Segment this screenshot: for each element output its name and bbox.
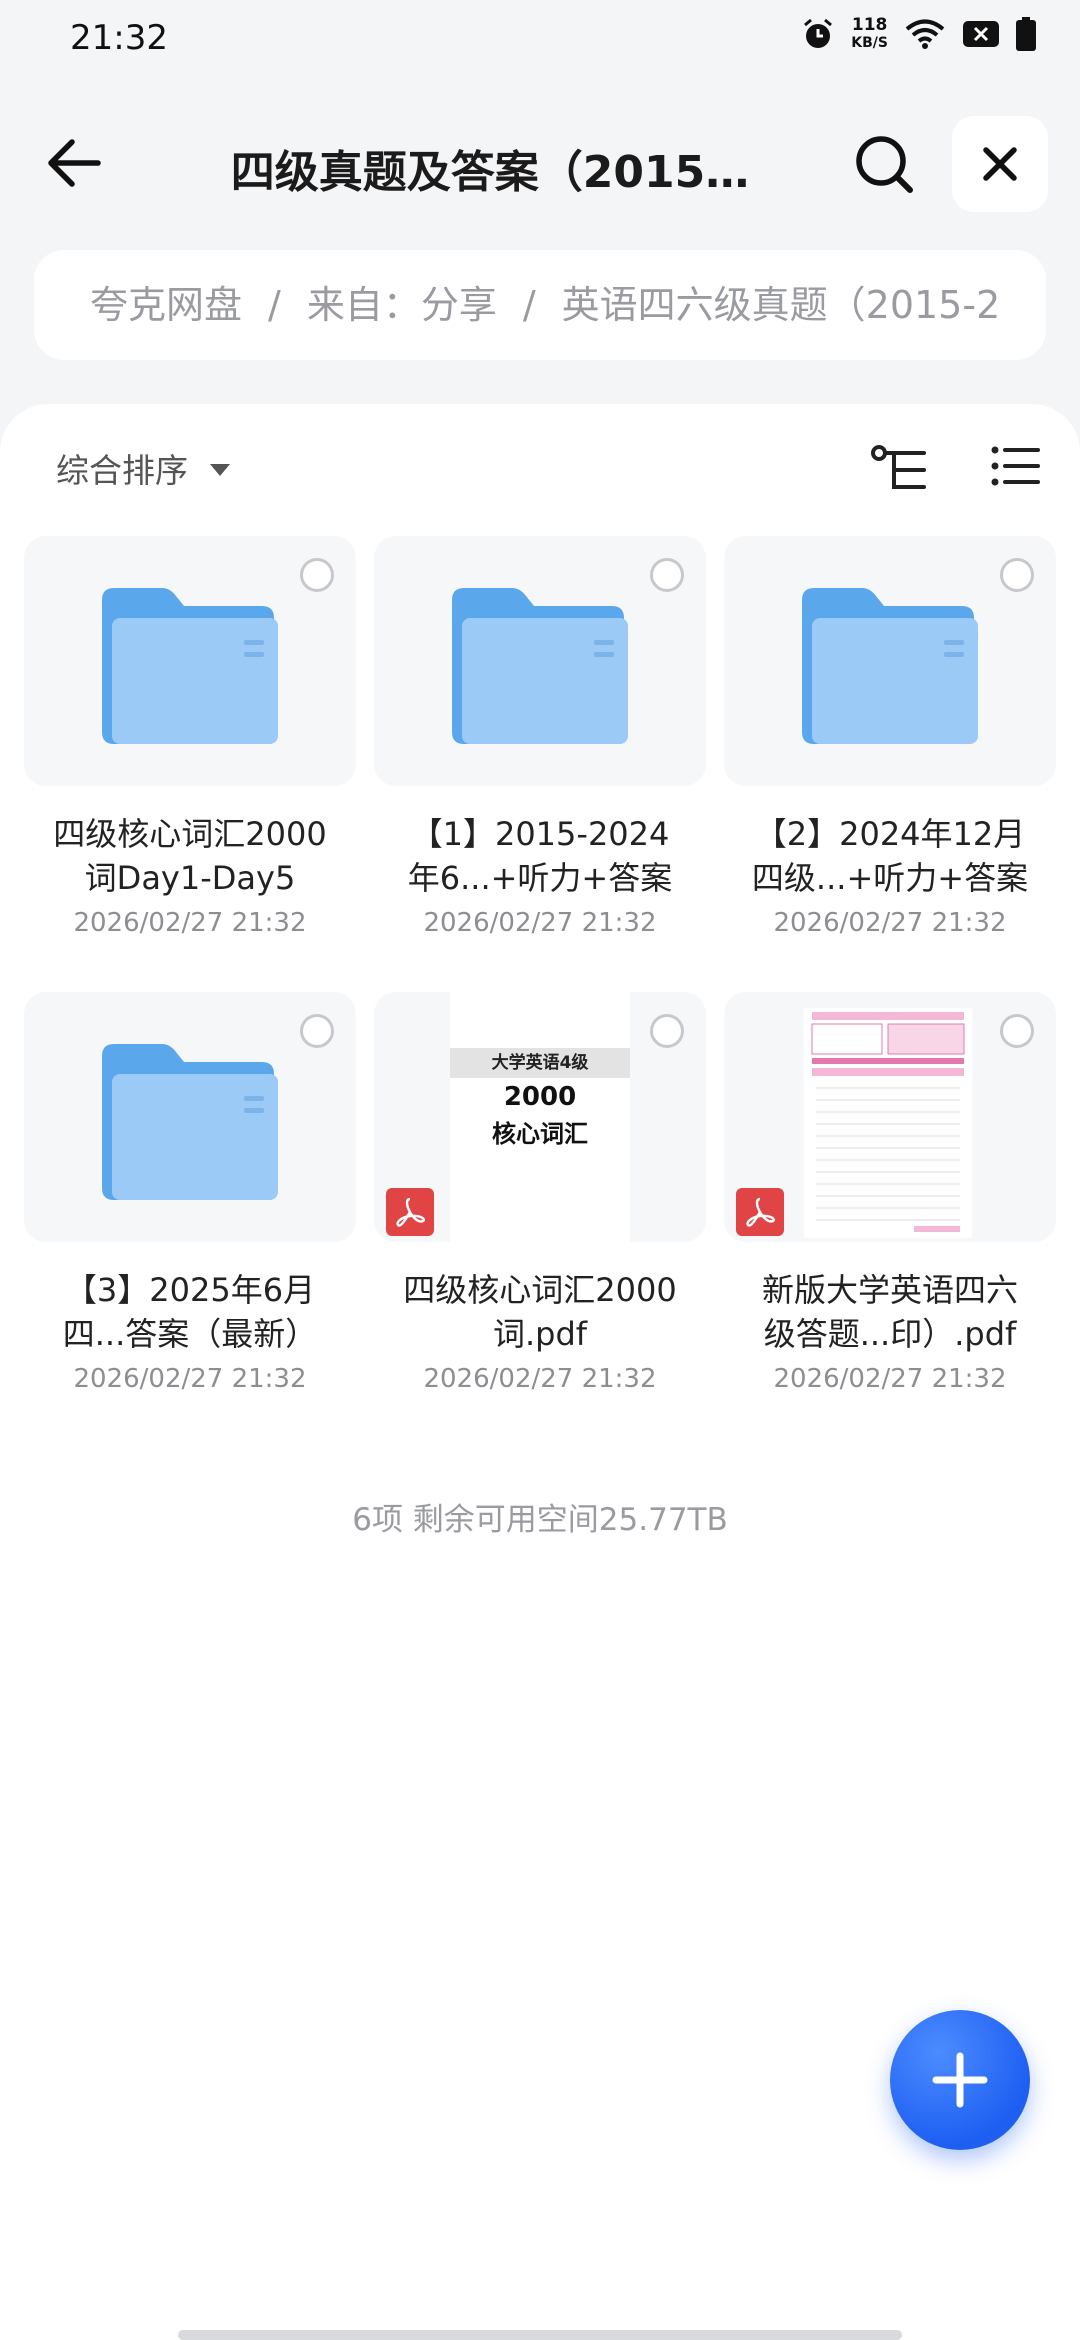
folder-icon bbox=[802, 588, 978, 744]
folder-icon bbox=[102, 1044, 278, 1200]
file-date: 2026/02/27 21:32 bbox=[423, 908, 657, 938]
net-speed-value: 118 bbox=[851, 15, 888, 35]
app-bar: 四级真题及答案（2015… bbox=[0, 100, 1080, 230]
back-arrow-icon bbox=[48, 139, 101, 187]
file-card[interactable]: 【2】2024年12月 四级...+听力+答案 2026/02/27 21:32 bbox=[724, 536, 1056, 956]
file-name-line: 年6...+听力+答案 bbox=[407, 859, 673, 897]
file-card[interactable]: 新版大学英语四六 级答题...印）.pdf 2026/02/27 21:32 bbox=[724, 992, 1056, 1412]
net-speed-unit: KB/S bbox=[851, 35, 888, 51]
file-date: 2026/02/27 21:32 bbox=[73, 1364, 307, 1394]
back-button[interactable] bbox=[40, 128, 110, 198]
select-checkbox[interactable] bbox=[650, 558, 684, 592]
file-date: 2026/02/27 21:32 bbox=[773, 908, 1007, 938]
cover-number: 2000 bbox=[503, 1082, 577, 1112]
tree-view-icon[interactable] bbox=[870, 444, 928, 494]
file-thumbnail bbox=[724, 992, 1056, 1242]
net-speed: 118 KB/S bbox=[851, 16, 888, 52]
select-checkbox[interactable] bbox=[300, 1014, 334, 1048]
answer-sheet-thumbnail bbox=[804, 1008, 972, 1238]
file-name-line: 词.pdf bbox=[492, 1315, 588, 1353]
breadcrumb-separator: / bbox=[268, 283, 281, 327]
file-thumbnail bbox=[374, 536, 706, 786]
select-checkbox[interactable] bbox=[300, 558, 334, 592]
folder-icon bbox=[102, 588, 278, 744]
page-title: 四级真题及答案（2015… bbox=[230, 147, 750, 198]
sort-label: 综合排序 bbox=[56, 451, 188, 490]
breadcrumb: 夸克网盘 / 来自：分享 / 英语四六级真题（2015-2 bbox=[34, 250, 1046, 360]
search-icon bbox=[856, 136, 913, 193]
breadcrumb-item-root[interactable]: 夸克网盘 bbox=[90, 283, 242, 327]
file-name-line: 四...答案（最新） bbox=[62, 1315, 318, 1353]
sim-icon bbox=[963, 21, 999, 47]
file-thumbnail bbox=[724, 536, 1056, 786]
file-name: 【2】2024年12月 四级...+听力+答案 bbox=[724, 812, 1056, 900]
book-cover-thumbnail: 大学英语4级 2000 核心词汇 bbox=[450, 992, 630, 1242]
gesture-bar bbox=[178, 2330, 902, 2340]
close-button[interactable] bbox=[952, 116, 1048, 212]
pdf-icon bbox=[736, 1188, 784, 1236]
status-bar: 21:32 118 KB/S bbox=[0, 0, 1080, 80]
plus-icon bbox=[932, 2052, 988, 2108]
pdf-icon bbox=[386, 1188, 434, 1236]
file-name-line: 【1】2015-2024 bbox=[410, 815, 670, 853]
select-checkbox[interactable] bbox=[650, 1014, 684, 1048]
alarm-icon bbox=[804, 18, 833, 48]
file-name: 四级核心词汇2000 词Day1-Day5 bbox=[24, 812, 356, 900]
list-view-icon[interactable] bbox=[990, 444, 1040, 488]
file-card[interactable]: 【1】2015-2024 年6...+听力+答案 2026/02/27 21:32 bbox=[374, 536, 706, 956]
file-name-line: 四级...+听力+答案 bbox=[751, 859, 1029, 897]
view-toggle bbox=[870, 444, 1040, 494]
select-checkbox[interactable] bbox=[1000, 558, 1034, 592]
close-icon bbox=[983, 147, 1017, 181]
file-thumbnail: 大学英语4级 2000 核心词汇 bbox=[374, 992, 706, 1242]
cover-words: 核心词汇 bbox=[492, 1120, 588, 1148]
file-name-line: 新版大学英语四六 bbox=[761, 1271, 1018, 1309]
file-card[interactable]: 大学英语4级 2000 核心词汇 四级核心词汇2000 词.pdf 2026/02… bbox=[374, 992, 706, 1412]
status-icons: 118 KB/S bbox=[801, 16, 1036, 52]
file-date: 2026/02/27 21:32 bbox=[423, 1364, 657, 1394]
sort-dropdown[interactable]: 综合排序 bbox=[56, 444, 230, 492]
file-name-line: 词Day1-Day5 bbox=[84, 859, 296, 897]
battery-icon bbox=[1016, 17, 1036, 51]
file-name: 【3】2025年6月 四...答案（最新） bbox=[24, 1268, 356, 1356]
file-card[interactable]: 四级核心词汇2000 词Day1-Day5 2026/02/27 21:32 bbox=[24, 536, 356, 956]
file-name: 新版大学英语四六 级答题...印）.pdf bbox=[724, 1268, 1056, 1356]
file-thumbnail bbox=[24, 992, 356, 1242]
file-thumbnail bbox=[24, 536, 356, 786]
file-name: 【1】2015-2024 年6...+听力+答案 bbox=[374, 812, 706, 900]
file-name-line: 【3】2025年6月 bbox=[64, 1271, 316, 1309]
file-name-line: 级答题...印）.pdf bbox=[763, 1315, 1017, 1353]
breadcrumb-separator: / bbox=[522, 283, 536, 327]
select-checkbox[interactable] bbox=[1000, 1014, 1034, 1048]
search-button[interactable] bbox=[848, 128, 920, 200]
file-name-line: 【2】2024年12月 bbox=[754, 815, 1026, 853]
breadcrumb-item-current[interactable]: 英语四六级真题（2015-2 bbox=[562, 283, 1001, 327]
status-time: 21:32 bbox=[70, 18, 168, 58]
file-date: 2026/02/27 21:32 bbox=[773, 1364, 1007, 1394]
caret-down-icon bbox=[210, 464, 230, 476]
file-name: 四级核心词汇2000 词.pdf bbox=[374, 1268, 706, 1356]
add-button[interactable] bbox=[890, 2010, 1030, 2150]
wifi-icon bbox=[905, 19, 945, 49]
file-name-line: 四级核心词汇2000 bbox=[403, 1271, 677, 1309]
file-card[interactable]: 【3】2025年6月 四...答案（最新） 2026/02/27 21:32 bbox=[24, 992, 356, 1412]
file-date: 2026/02/27 21:32 bbox=[73, 908, 307, 938]
storage-summary: 6项 剩余可用空间25.77TB bbox=[352, 1502, 728, 1538]
breadcrumb-item-share[interactable]: 来自：分享 bbox=[307, 283, 497, 327]
cover-header: 大学英语4级 bbox=[450, 1048, 630, 1078]
file-name-line: 四级核心词汇2000 bbox=[53, 815, 327, 853]
folder-icon bbox=[452, 588, 628, 744]
